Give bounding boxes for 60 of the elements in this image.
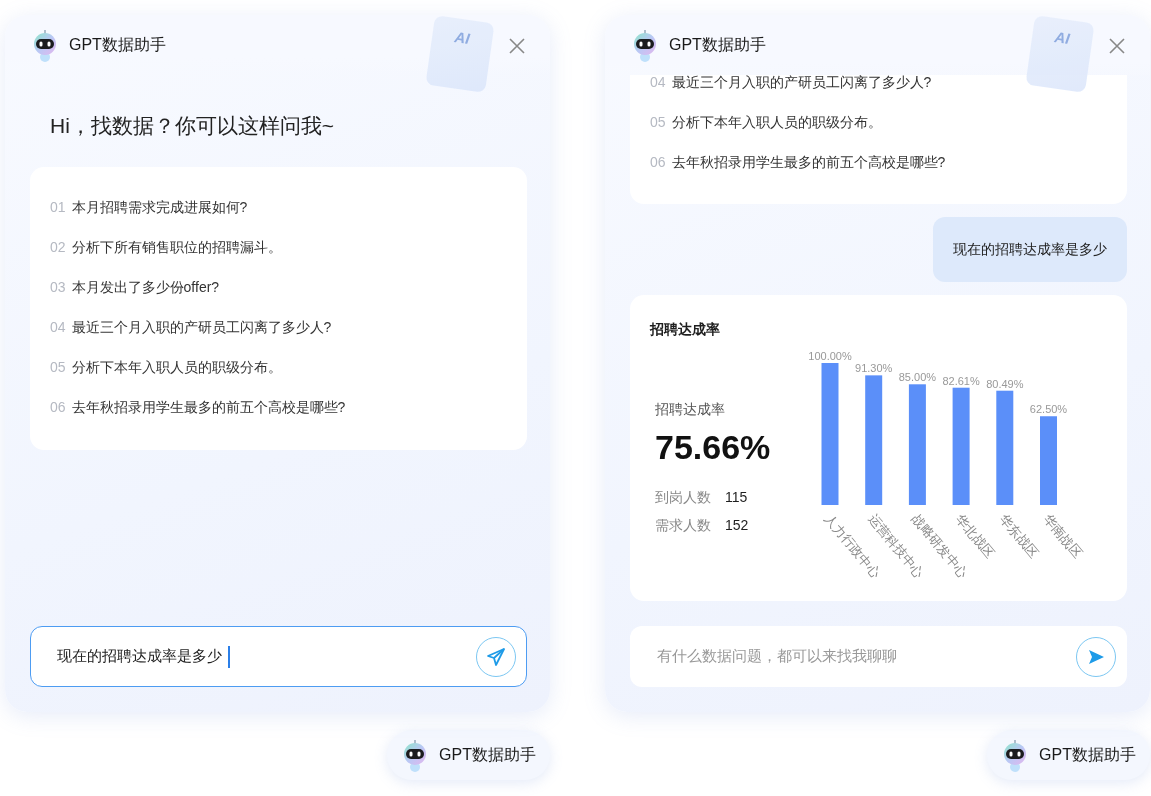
text-cursor (228, 645, 230, 668)
question-number: 04 (650, 75, 666, 92)
stat-value: 152 (725, 515, 749, 535)
illustration-text: AI (452, 27, 472, 50)
suggested-question[interactable]: 04 最近三个月入职的产研员工闪离了多少人? (650, 75, 1107, 102)
suggested-question[interactable]: 02 分析下所有销售职位的招聘漏斗。 (50, 227, 507, 268)
suggested-question[interactable]: 06 去年秋招录用学生最多的前五个高校是哪些? (650, 142, 1107, 182)
question-number: 01 (50, 198, 66, 217)
question-number: 06 (50, 398, 66, 417)
stat-value: 115 (725, 487, 748, 507)
input-box[interactable]: 现在的招聘达成率是多少 (30, 626, 527, 687)
value-label: 80.49% (986, 377, 1024, 390)
value-label: 85.00% (898, 371, 937, 384)
question-text: 分析下本年入职人员的职级分布。 (671, 112, 882, 132)
close-icon (1108, 36, 1126, 55)
value-label: 62.50% (1029, 403, 1068, 416)
value-label: 82.61% (942, 374, 980, 387)
send-icon (486, 646, 506, 667)
metric-label: 招聘达成率 (655, 400, 726, 419)
axis-label: 华南战区 (1040, 511, 1086, 561)
question-number: 04 (50, 318, 66, 337)
assistant-launcher[interactable]: GPT数据助手 (387, 730, 550, 780)
message-input[interactable]: 有什么数据问题，都可以来找我聊聊 (655, 644, 1076, 669)
question-text: 本月招聘需求完成进展如何? (71, 198, 248, 217)
suggested-question[interactable]: 06 去年秋招录用学生最多的前五个高校是哪些? (50, 387, 507, 428)
suggested-question[interactable]: 03 本月发出了多少份offer? (50, 267, 507, 308)
question-text: 分析下所有销售职位的招聘漏斗。 (71, 238, 282, 257)
question-number: 06 (650, 152, 666, 172)
suggested-question[interactable]: 01 本月招聘需求完成进展如何? (50, 187, 507, 228)
question-text: 分析下本年入职人员的职级分布。 (71, 358, 282, 377)
axis-label: 华东战区 (996, 511, 1042, 561)
value-label: 100.00% (808, 350, 852, 362)
question-text: 去年秋招录用学生最多的前五个高校是哪些? (671, 152, 946, 172)
close-icon (508, 36, 526, 55)
suggested-question[interactable]: 05 分析下本年入职人员的职级分布。 (650, 102, 1107, 142)
assistant-launcher[interactable]: GPT数据助手 (987, 730, 1150, 780)
question-number: 02 (50, 238, 66, 257)
card-title: 招聘达成率 (650, 320, 720, 339)
value-label: 91.30% (855, 362, 893, 375)
user-message: 现在的招聘达成率是多少 (933, 217, 1127, 282)
greeting-text: Hi，找数据？你可以这样问我~ (50, 113, 336, 139)
illustration-text: AI (1052, 27, 1072, 50)
send-button[interactable] (1076, 636, 1116, 677)
panel-title: GPT数据助手 (669, 35, 766, 55)
panel-title: GPT数据助手 (69, 35, 166, 55)
question-text: 去年秋招录用学生最多的前五个高校是哪些? (71, 398, 346, 417)
send-button[interactable] (476, 636, 516, 677)
suggested-question[interactable]: 04 最近三个月入职的产研员工闪离了多少人? (50, 307, 507, 348)
question-text: 本月发出了多少份offer? (71, 278, 220, 297)
question-number: 05 (50, 358, 66, 377)
stat-label: 需求人数 (655, 515, 711, 535)
suggested-question[interactable]: 05 分析下本年入职人员的职级分布。 (50, 347, 507, 388)
question-number: 03 (50, 278, 66, 297)
input-box[interactable]: 有什么数据问题，都可以来找我聊聊 (630, 626, 1127, 687)
question-text: 最近三个月入职的产研员工闪离了多少人? (71, 318, 332, 337)
message-input[interactable]: 现在的招聘达成率是多少 (55, 644, 228, 669)
metric-value: 75.66% (655, 427, 772, 468)
question-number: 05 (650, 112, 666, 132)
question-text: 最近三个月入职的产研员工闪离了多少人? (671, 75, 932, 92)
stat-label: 到岗人数 (655, 487, 711, 507)
